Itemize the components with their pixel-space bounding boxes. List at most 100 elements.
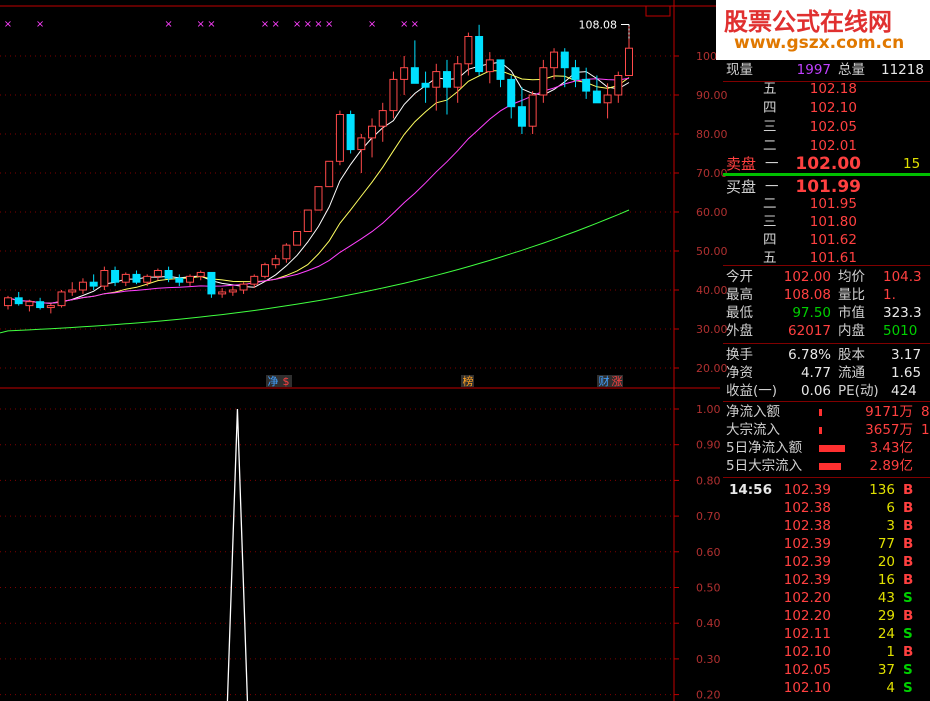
candle-body xyxy=(389,78,398,112)
fund-label: 股本 xyxy=(838,347,865,363)
candle-body xyxy=(314,186,323,211)
stat-label: 最高 xyxy=(726,287,753,303)
signal-marker: × xyxy=(261,19,269,30)
tick-volume: 77 xyxy=(877,536,895,552)
flow-tail: 8 xyxy=(921,404,930,420)
sell-level-name: 五 xyxy=(763,81,777,97)
candle-body xyxy=(100,270,109,287)
watermark-url: www.gszx.com.cn xyxy=(734,33,905,53)
indicator-tick-label: 0.50 xyxy=(696,582,721,595)
stat-value: 62017 xyxy=(788,323,831,339)
tick-side: S xyxy=(903,626,913,642)
candle-body xyxy=(528,94,537,127)
fund-value: 0.06 xyxy=(800,383,831,399)
stat-label: 市值 xyxy=(838,305,865,321)
fund-row: 收益(一) 0.06 PE(动) 424 xyxy=(723,382,930,400)
candle-body xyxy=(539,67,548,96)
candle-body xyxy=(346,114,355,151)
signal-markers: × × × × × × × × × × × × × × xyxy=(4,19,419,30)
now-vol-label: 现量 xyxy=(726,62,753,78)
signal-marker: × xyxy=(411,19,419,30)
candle-body xyxy=(614,75,623,96)
tick-price: 102.11 xyxy=(783,626,831,642)
tick-volume: 1 xyxy=(886,644,895,660)
flow-row: 净流入额 9171万 8 xyxy=(723,403,930,421)
flow-label: 5日净流入额 xyxy=(726,440,803,456)
fund-label: PE(动) xyxy=(838,383,879,399)
buy-level-row: 三 101.80 xyxy=(723,213,930,231)
tick-volume: 43 xyxy=(877,590,895,606)
stat-label: 量比 xyxy=(838,287,865,303)
candle-body xyxy=(260,264,269,277)
fund-value: 4.77 xyxy=(800,365,831,381)
stat-value: 104.3 xyxy=(883,269,922,285)
fund-value: 3.17 xyxy=(891,347,922,363)
candle-body xyxy=(571,67,580,80)
candle-body xyxy=(303,209,312,233)
flow-value: 9171万 xyxy=(865,404,913,420)
candle-body xyxy=(592,90,601,104)
candle-body xyxy=(442,71,451,88)
buy-level-name: 二 xyxy=(763,196,777,212)
indicator-axis: 1.00 0.90 0.80 0.70 0.60 0.50 0.40 0.30 0.20 xyxy=(696,403,721,701)
candle-body xyxy=(485,59,494,73)
volume-row: 现量 1997 总量 11218 xyxy=(723,61,930,79)
fund-row: 净资 4.77 流通 1.65 xyxy=(723,364,930,382)
stat-row: 最低 97.50 市值 323.3 xyxy=(723,304,930,322)
flow-value: 3.43亿 xyxy=(869,440,913,456)
ma60-line xyxy=(0,209,630,334)
stat-value: 97.50 xyxy=(792,305,831,321)
signal-marker: × xyxy=(325,19,333,30)
candle-body xyxy=(335,114,344,162)
event-tag: $ xyxy=(283,375,290,388)
tick-row: 102.10 4 S xyxy=(723,679,930,697)
tick-side: B xyxy=(903,500,914,516)
candle-body xyxy=(378,110,387,127)
flow-row: 大宗流入 3657万 1 xyxy=(723,421,930,439)
tick-side: S xyxy=(903,680,913,696)
sell-level-name: 三 xyxy=(763,119,777,135)
candle-body xyxy=(186,275,195,283)
corner-box xyxy=(645,5,671,17)
sell-level-price: 102.18 xyxy=(809,81,857,97)
candle-body xyxy=(368,125,377,139)
fund-label: 收益(一) xyxy=(726,383,778,399)
flow-bar xyxy=(819,427,822,434)
tick-row: 102.38 6 B xyxy=(723,499,930,517)
flow-row: 5日大宗流入 2.89亿 xyxy=(723,457,930,475)
candle-body xyxy=(357,137,366,151)
candle-body xyxy=(68,289,77,293)
stat-label: 均价 xyxy=(838,269,865,285)
tick-volume: 29 xyxy=(877,608,895,624)
indicator-line xyxy=(226,408,249,701)
stat-row: 最高 108.08 量比 1. xyxy=(723,286,930,304)
candle-body xyxy=(432,71,441,88)
fund-value: 1.65 xyxy=(891,365,922,381)
tick-row: 102.11 24 S xyxy=(723,625,930,643)
tick-side: S xyxy=(903,590,913,606)
flow-bar xyxy=(819,409,823,416)
signal-marker: × xyxy=(4,19,12,30)
flow-label: 大宗流入 xyxy=(726,422,780,438)
tick-row: 102.05 37 S xyxy=(723,661,930,679)
tick-side: B xyxy=(903,482,914,498)
buy-level-row: 四 101.62 xyxy=(723,231,930,249)
sell-level-row: 四 102.10 xyxy=(723,99,930,117)
indicator-tick-label: 0.60 xyxy=(696,546,721,559)
tick-row: 102.20 43 S xyxy=(723,589,930,607)
stat-label: 最低 xyxy=(726,305,753,321)
panel-separator xyxy=(723,477,930,478)
panel-separator xyxy=(723,343,930,344)
sell-level-price: 102.05 xyxy=(809,119,857,135)
tick-price: 102.39 xyxy=(783,572,831,588)
tick-volume: 136 xyxy=(869,482,895,498)
sell-one-name: 一 xyxy=(765,156,779,172)
fund-label: 流通 xyxy=(838,365,865,381)
indicator-tick-label: 0.80 xyxy=(696,474,721,487)
candle-body xyxy=(36,301,45,309)
signal-marker: × xyxy=(368,19,376,30)
candle-body xyxy=(25,301,34,307)
candle-body xyxy=(293,231,302,246)
signal-marker: × xyxy=(197,19,205,30)
watermark: 股票公式在线网 www.gszx.com.cn xyxy=(716,0,930,60)
